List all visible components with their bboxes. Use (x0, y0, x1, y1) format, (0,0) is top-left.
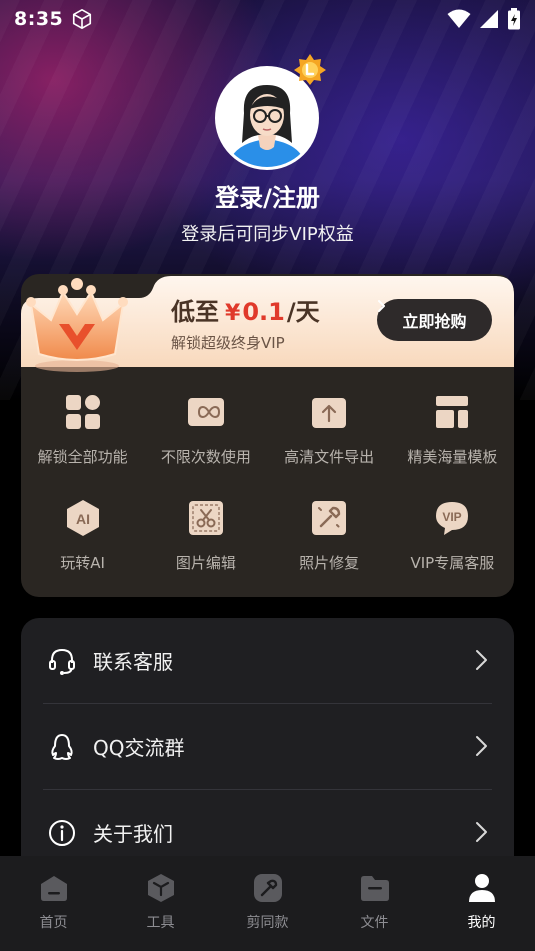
repair-icon (312, 501, 347, 535)
home-icon (40, 876, 67, 901)
menu-item-qq-group[interactable]: QQ交流群 (21, 704, 514, 789)
folder-icon (360, 876, 389, 901)
feature-ai[interactable]: AI 玩转AI (21, 486, 144, 582)
feature-label: 不限次数使用 (160, 448, 251, 466)
menu-item-label: 联系客服 (93, 650, 173, 674)
svg-text:AI: AI (76, 511, 90, 527)
tab-home[interactable]: 首页 (0, 856, 107, 951)
battery-icon (508, 8, 520, 30)
ai-icon: AI (66, 500, 99, 536)
login-hint: 登录后可同步VIP权益 (181, 224, 354, 245)
grid-icon (65, 395, 100, 429)
chevron-right-icon (476, 650, 487, 670)
price-unit: /天 (286, 298, 320, 326)
feature-label: 高清文件导出 (284, 448, 375, 466)
login-register-link[interactable]: 登录/注册 (0, 178, 535, 213)
vip-subtitle: 解锁超级终身VIP (171, 334, 285, 352)
cube-icon (73, 9, 92, 29)
tab-label: 剪同款 (246, 915, 289, 931)
price-prefix: 低至 (171, 298, 219, 326)
feature-label: 图片编辑 (175, 554, 236, 572)
avatar-container[interactable] (215, 54, 326, 172)
scissors-icon (188, 501, 223, 535)
info-icon (49, 819, 75, 846)
chevron-right-icon (476, 822, 487, 842)
tab-tools[interactable]: 工具 (107, 856, 214, 951)
price-value: 0.1 (242, 298, 285, 326)
level-badge-icon (294, 54, 326, 85)
status-bar: 8:35 (0, 0, 535, 38)
price-currency: ¥ (225, 301, 241, 326)
export-icon (312, 398, 347, 428)
tab-label: 我的 (467, 915, 496, 931)
wifi-icon (447, 9, 471, 28)
infinity-icon (187, 398, 224, 426)
headset-icon (49, 648, 75, 675)
tab-template-cut[interactable]: 剪同款 (214, 856, 321, 951)
template-icon (436, 396, 469, 428)
menu-item-label: QQ交流群 (93, 736, 185, 760)
tab-files[interactable]: 文件 (321, 856, 428, 951)
qq-icon (51, 733, 73, 760)
feature-vip-service[interactable]: VIP VIP专属客服 (391, 486, 514, 582)
buy-now-button[interactable]: 立即抢购 (377, 299, 492, 341)
chevron-right-icon (476, 736, 487, 756)
svg-text:VIP: VIP (443, 510, 462, 524)
status-time: 8:35 (14, 8, 64, 30)
crown-icon (26, 278, 128, 372)
tab-label: 首页 (39, 915, 68, 931)
feature-templates[interactable]: 精美海量模板 (391, 380, 514, 476)
profile-icon (468, 874, 495, 902)
feature-label: 精美海量模板 (407, 448, 498, 466)
tab-label: 工具 (146, 915, 175, 931)
feature-image-edit[interactable]: 图片编辑 (144, 486, 267, 582)
feature-unlock-all[interactable]: 解锁全部功能 (21, 380, 144, 476)
feature-label: 玩转AI (60, 554, 105, 572)
bottom-tab-bar: 首页 工具 剪同款 文件 我的 (0, 856, 535, 951)
feature-label: 照片修复 (299, 554, 360, 572)
vip-price: 低至 ¥ 0.1 /天 (171, 292, 320, 327)
tab-profile[interactable]: 我的 (428, 856, 535, 951)
menu-item-contact-support[interactable]: 联系客服 (21, 618, 514, 703)
vip-card[interactable]: 低至 ¥ 0.1 /天 解锁超级终身VIP 立即抢购 解锁全部功能 不限次数使用… (21, 274, 514, 597)
feature-label: VIP专属客服 (410, 554, 495, 572)
template-cut-icon (253, 874, 282, 902)
feature-photo-repair[interactable]: 照片修复 (268, 486, 391, 582)
feature-label: 解锁全部功能 (37, 448, 128, 466)
menu-item-label: 关于我们 (93, 822, 173, 846)
feature-unlimited[interactable]: 不限次数使用 (144, 380, 267, 476)
chevron-right-icon (378, 300, 385, 312)
vip-features-grid: 解锁全部功能 不限次数使用 高清文件导出 精美海量模板 AI 玩转AI 图片编辑… (21, 380, 514, 582)
signal-icon (480, 10, 498, 28)
vip-banner[interactable]: 低至 ¥ 0.1 /天 解锁超级终身VIP 立即抢购 (21, 274, 514, 372)
tab-label: 文件 (360, 915, 389, 931)
feature-hd-export[interactable]: 高清文件导出 (268, 380, 391, 476)
tools-icon (147, 874, 174, 902)
buy-now-label: 立即抢购 (402, 312, 467, 331)
vip-icon: VIP (436, 502, 469, 535)
